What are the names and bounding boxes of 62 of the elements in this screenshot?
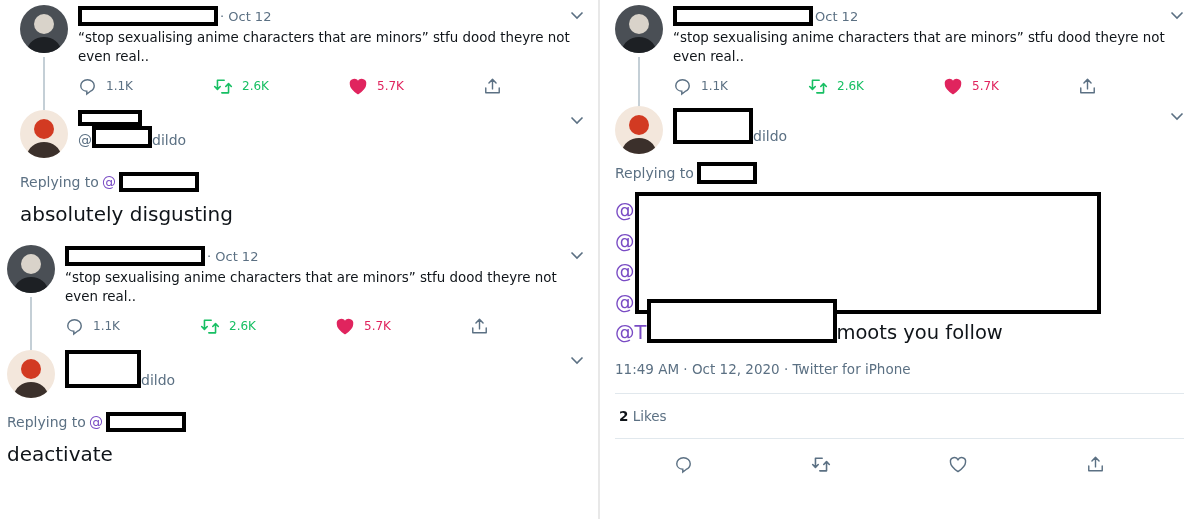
reply-count: 1.1K	[106, 79, 133, 93]
like-count: 5.7K	[972, 79, 999, 93]
likes-count[interactable]: 2 Likes	[619, 407, 667, 424]
reply-count: 1.1K	[701, 79, 728, 93]
tweet-text: “stop sexualising anime characters that are minors” stfu dood theyre not even real..	[65, 269, 558, 306]
tweet-date[interactable]: · Oct 12	[207, 248, 259, 264]
avatar[interactable]	[615, 106, 663, 154]
chevron-down-icon[interactable]	[570, 116, 584, 125]
tweet-date[interactable]: · Oct 12	[220, 8, 272, 24]
replying-to-label: Replying to	[20, 174, 99, 190]
tweet-date[interactable]: Oct 12	[815, 8, 859, 24]
reply-text: absolutely disgusting	[20, 202, 234, 226]
share-icon[interactable]	[1078, 76, 1097, 96]
share-icon[interactable]	[1086, 454, 1106, 474]
like-count: 5.7K	[364, 319, 391, 333]
mention-link[interactable]: @	[615, 226, 635, 257]
user-handle[interactable]: dildo	[753, 128, 788, 144]
mention-link[interactable]: @T	[615, 318, 647, 349]
reply-icon[interactable]	[78, 76, 97, 96]
retweet-count: 2.6K	[229, 319, 256, 333]
heart-icon[interactable]	[943, 76, 963, 96]
redaction-box	[78, 110, 142, 126]
mention-link[interactable]: @	[88, 414, 103, 430]
chevron-down-icon[interactable]	[570, 11, 584, 20]
avatar[interactable]	[20, 5, 68, 53]
reply-icon[interactable]	[673, 454, 693, 474]
mention-link[interactable]: @	[615, 287, 635, 318]
replying-to-label: Replying to	[615, 165, 694, 181]
retweet-count: 2.6K	[242, 79, 269, 93]
user-handle[interactable]: dildo	[141, 372, 176, 388]
avatar[interactable]	[7, 245, 55, 293]
redaction-box	[92, 126, 152, 148]
chevron-down-icon[interactable]	[570, 356, 584, 365]
replying-to-label: Replying to	[7, 414, 86, 430]
reply-count: 1.1K	[93, 319, 120, 333]
chevron-down-icon[interactable]	[1170, 11, 1184, 20]
user-handle[interactable]: dildo	[152, 132, 187, 148]
mention-link[interactable]: @	[615, 196, 635, 227]
avatar[interactable]	[20, 110, 68, 158]
tweet-timestamp: 11:49 AM · Oct 12, 2020 · Twitter for iPhone	[615, 360, 912, 377]
avatar[interactable]	[7, 350, 55, 398]
user-handle[interactable]: @	[78, 132, 92, 148]
reply-icon[interactable]	[65, 316, 84, 336]
mention-link[interactable]: @	[101, 174, 116, 190]
retweet-count: 2.6K	[837, 79, 864, 93]
tweet-text: “stop sexualising anime characters that are minors” stfu dood theyre not even real..	[78, 29, 571, 66]
heart-icon[interactable]	[335, 316, 355, 336]
share-icon[interactable]	[483, 76, 502, 96]
reply-text: deactivate	[7, 442, 114, 466]
tweet-text: “stop sexualising anime characters that are minors” stfu dood theyre not even real..	[673, 29, 1166, 66]
reply-text: moots you follow	[836, 320, 1003, 346]
avatar[interactable]	[615, 5, 663, 53]
share-icon[interactable]	[470, 316, 489, 336]
like-count: 5.7K	[377, 79, 404, 93]
redaction-box	[696, 162, 757, 184]
heart-icon[interactable]	[948, 454, 969, 474]
chevron-down-icon[interactable]	[570, 251, 584, 260]
chevron-down-icon[interactable]	[1170, 112, 1184, 121]
reply-icon[interactable]	[673, 76, 692, 96]
heart-icon[interactable]	[348, 76, 368, 96]
mention-link[interactable]: @	[615, 257, 635, 288]
retweet-icon[interactable]	[810, 454, 831, 474]
